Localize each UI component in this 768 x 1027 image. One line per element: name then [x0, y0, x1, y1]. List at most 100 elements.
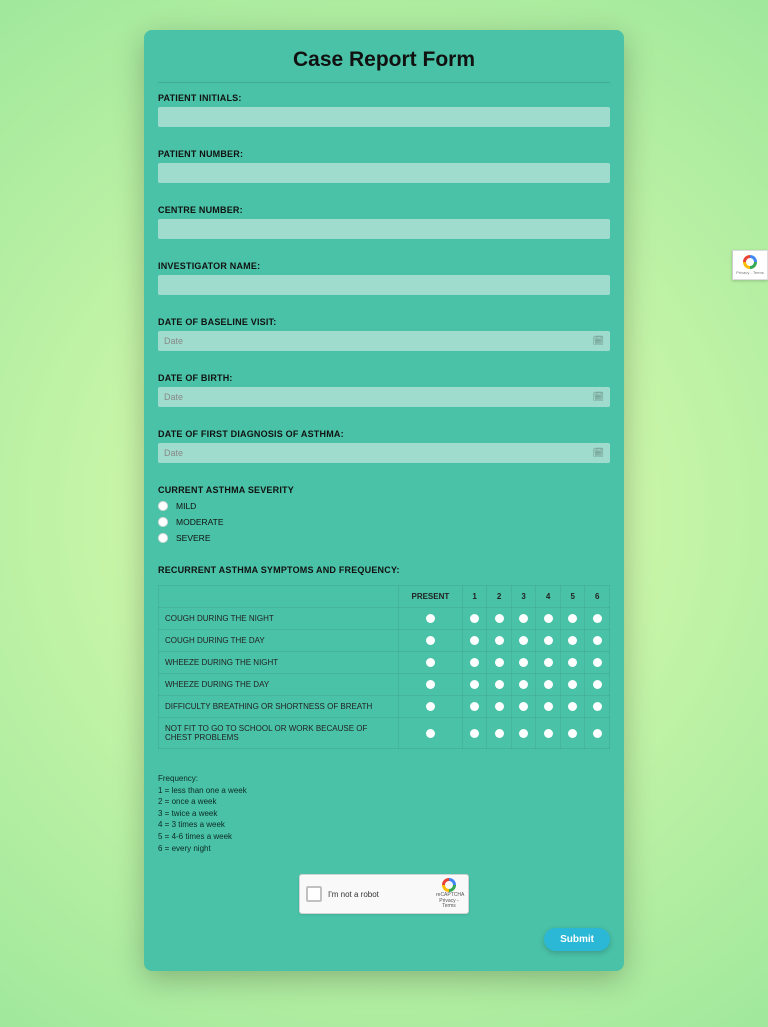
- matrix-cell[interactable]: [462, 696, 487, 718]
- matrix-cell[interactable]: [511, 674, 536, 696]
- radio-icon[interactable]: [426, 614, 435, 623]
- matrix-cell[interactable]: [511, 718, 536, 749]
- radio-icon[interactable]: [495, 636, 504, 645]
- radio-icon[interactable]: [470, 702, 479, 711]
- radio-icon[interactable]: [519, 636, 528, 645]
- radio-icon[interactable]: [544, 680, 553, 689]
- matrix-cell[interactable]: [399, 608, 463, 630]
- radio-icon[interactable]: [568, 658, 577, 667]
- radio-icon[interactable]: [519, 614, 528, 623]
- matrix-cell[interactable]: [399, 696, 463, 718]
- radio-icon[interactable]: [426, 658, 435, 667]
- input-baseline-date[interactable]: [158, 331, 610, 351]
- radio-icon[interactable]: [426, 702, 435, 711]
- matrix-cell[interactable]: [462, 652, 487, 674]
- recaptcha-widget[interactable]: I'm not a robot reCAPTCHA Privacy - Term…: [299, 874, 469, 914]
- matrix-cell[interactable]: [487, 718, 512, 749]
- severity-option-moderate[interactable]: MODERATE: [158, 517, 610, 527]
- radio-icon[interactable]: [519, 680, 528, 689]
- radio-icon[interactable]: [568, 614, 577, 623]
- matrix-cell[interactable]: [585, 652, 610, 674]
- radio-icon[interactable]: [544, 614, 553, 623]
- matrix-cell[interactable]: [487, 608, 512, 630]
- matrix-cell[interactable]: [560, 718, 585, 749]
- radio-icon[interactable]: [495, 680, 504, 689]
- matrix-cell[interactable]: [511, 608, 536, 630]
- radio-icon[interactable]: [495, 729, 504, 738]
- radio-icon[interactable]: [519, 729, 528, 738]
- input-patient-number[interactable]: [158, 163, 610, 183]
- matrix-cell[interactable]: [511, 630, 536, 652]
- radio-icon[interactable]: [519, 658, 528, 667]
- radio-icon[interactable]: [544, 702, 553, 711]
- radio-icon[interactable]: [470, 658, 479, 667]
- input-centre-number[interactable]: [158, 219, 610, 239]
- radio-icon[interactable]: [568, 729, 577, 738]
- matrix-cell[interactable]: [585, 674, 610, 696]
- radio-icon[interactable]: [568, 680, 577, 689]
- radio-icon[interactable]: [544, 729, 553, 738]
- matrix-cell[interactable]: [462, 608, 487, 630]
- radio-icon[interactable]: [593, 729, 602, 738]
- matrix-cell[interactable]: [399, 630, 463, 652]
- radio-icon[interactable]: [593, 702, 602, 711]
- matrix-cell[interactable]: [511, 696, 536, 718]
- radio-icon[interactable]: [470, 636, 479, 645]
- matrix-cell[interactable]: [462, 718, 487, 749]
- matrix-cell[interactable]: [536, 674, 561, 696]
- severity-option-severe[interactable]: SEVERE: [158, 533, 610, 543]
- radio-icon[interactable]: [544, 636, 553, 645]
- radio-icon[interactable]: [470, 729, 479, 738]
- recaptcha-badge[interactable]: Privacy - Terms: [732, 250, 768, 280]
- matrix-cell[interactable]: [560, 674, 585, 696]
- radio-icon[interactable]: [426, 729, 435, 738]
- radio-icon[interactable]: [470, 680, 479, 689]
- matrix-cell[interactable]: [585, 718, 610, 749]
- radio-icon[interactable]: [593, 614, 602, 623]
- radio-icon[interactable]: [568, 636, 577, 645]
- matrix-cell[interactable]: [560, 608, 585, 630]
- matrix-cell[interactable]: [560, 652, 585, 674]
- matrix-cell[interactable]: [399, 674, 463, 696]
- matrix-cell[interactable]: [536, 696, 561, 718]
- radio-icon[interactable]: [426, 636, 435, 645]
- input-first-diagnosis[interactable]: [158, 443, 610, 463]
- matrix-cell[interactable]: [585, 630, 610, 652]
- matrix-cell[interactable]: [487, 652, 512, 674]
- matrix-cell[interactable]: [585, 696, 610, 718]
- matrix-cell[interactable]: [487, 630, 512, 652]
- radio-icon[interactable]: [568, 702, 577, 711]
- matrix-cell[interactable]: [536, 608, 561, 630]
- radio-icon[interactable]: [158, 501, 168, 511]
- matrix-cell[interactable]: [462, 674, 487, 696]
- radio-icon[interactable]: [158, 533, 168, 543]
- input-dob[interactable]: [158, 387, 610, 407]
- radio-icon[interactable]: [544, 658, 553, 667]
- submit-button[interactable]: Submit: [544, 928, 610, 951]
- radio-icon[interactable]: [519, 702, 528, 711]
- radio-icon[interactable]: [593, 658, 602, 667]
- matrix-cell[interactable]: [399, 718, 463, 749]
- matrix-cell[interactable]: [536, 718, 561, 749]
- input-investigator-name[interactable]: [158, 275, 610, 295]
- radio-icon[interactable]: [470, 614, 479, 623]
- matrix-cell[interactable]: [560, 630, 585, 652]
- radio-icon[interactable]: [426, 680, 435, 689]
- matrix-cell[interactable]: [487, 696, 512, 718]
- radio-icon[interactable]: [158, 517, 168, 527]
- radio-icon[interactable]: [495, 614, 504, 623]
- matrix-cell[interactable]: [585, 608, 610, 630]
- matrix-cell[interactable]: [536, 630, 561, 652]
- matrix-cell[interactable]: [399, 652, 463, 674]
- matrix-cell[interactable]: [511, 652, 536, 674]
- radio-icon[interactable]: [495, 702, 504, 711]
- recaptcha-checkbox[interactable]: [306, 886, 322, 902]
- radio-icon[interactable]: [495, 658, 504, 667]
- matrix-cell[interactable]: [487, 674, 512, 696]
- input-patient-initials[interactable]: [158, 107, 610, 127]
- matrix-cell[interactable]: [536, 652, 561, 674]
- matrix-cell[interactable]: [462, 630, 487, 652]
- radio-icon[interactable]: [593, 636, 602, 645]
- radio-icon[interactable]: [593, 680, 602, 689]
- severity-option-mild[interactable]: MILD: [158, 501, 610, 511]
